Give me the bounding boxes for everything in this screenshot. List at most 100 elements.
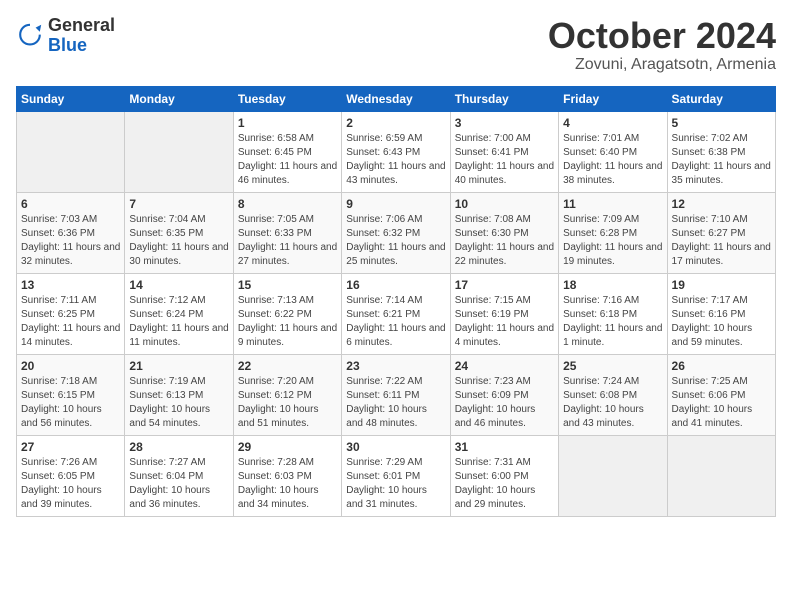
day-content: Sunrise: 7:25 AMSunset: 6:06 PMDaylight:…: [672, 375, 771, 431]
day-number: 22: [238, 359, 337, 373]
calendar-cell: [125, 111, 233, 192]
calendar-cell: 9 Sunrise: 7:06 AMSunset: 6:32 PMDaylight…: [342, 192, 450, 273]
calendar-cell: 1Sunrise: 6:58 AMSunset: 6:45 PMDaylight…: [233, 111, 341, 192]
day-content: Sunrise: 7:09 AMSunset: 6:28 PMDaylight:…: [563, 213, 662, 269]
day-number: 13: [21, 278, 120, 292]
day-content: Sunrise: 7:23 AMSunset: 6:09 PMDaylight:…: [455, 375, 554, 431]
month-title: October 2024: [548, 16, 776, 56]
calendar-cell: 18Sunrise: 7:16 AMSunset: 6:18 PMDayligh…: [559, 273, 667, 354]
calendar-cell: 10 Sunrise: 7:08 AMSunset: 6:30 PMDayligh…: [450, 192, 558, 273]
day-number: 27: [21, 440, 120, 454]
calendar-cell: 12Sunrise: 7:10 AMSunset: 6:27 PMDayligh…: [667, 192, 775, 273]
calendar-cell: 3Sunrise: 7:00 AMSunset: 6:41 PMDaylight…: [450, 111, 558, 192]
calendar-cell: 20 Sunrise: 7:18 AMSunset: 6:15 PMDayligh…: [17, 354, 125, 435]
day-number: 9: [346, 197, 445, 211]
day-number: 1: [238, 116, 337, 130]
day-number: 2: [346, 116, 445, 130]
day-content: Sunrise: 7:14 AMSunset: 6:21 PMDaylight:…: [346, 294, 445, 350]
calendar-cell: 29 Sunrise: 7:28 AMSunset: 6:03 PMDayligh…: [233, 435, 341, 516]
day-content: Sunrise: 6:59 AMSunset: 6:43 PMDaylight:…: [346, 132, 445, 188]
day-number: 14: [129, 278, 228, 292]
day-number: 20: [21, 359, 120, 373]
day-content: Sunrise: 7:15 AMSunset: 6:19 PMDaylight:…: [455, 294, 554, 350]
day-number: 16: [346, 278, 445, 292]
day-content: Sunrise: 7:02 AMSunset: 6:38 PMDaylight:…: [672, 132, 771, 188]
calendar-cell: 24 Sunrise: 7:23 AMSunset: 6:09 PMDayligh…: [450, 354, 558, 435]
day-number: 17: [455, 278, 554, 292]
day-number: 11: [563, 197, 662, 211]
day-content: Sunrise: 7:29 AMSunset: 6:01 PMDaylight:…: [346, 456, 445, 512]
calendar-cell: 15 Sunrise: 7:13 AMSunset: 6:22 PMDayligh…: [233, 273, 341, 354]
day-content: Sunrise: 7:04 AMSunset: 6:35 PMDaylight:…: [129, 213, 228, 269]
weekday-header: Monday: [125, 86, 233, 111]
calendar-table: SundayMondayTuesdayWednesdayThursdayFrid…: [16, 86, 776, 517]
day-content: Sunrise: 7:24 AMSunset: 6:08 PMDaylight:…: [563, 375, 662, 431]
day-content: Sunrise: 7:27 AMSunset: 6:04 PMDaylight:…: [129, 456, 228, 512]
day-content: Sunrise: 7:31 AMSunset: 6:00 PMDaylight:…: [455, 456, 554, 512]
day-content: Sunrise: 7:00 AMSunset: 6:41 PMDaylight:…: [455, 132, 554, 188]
day-number: 8: [238, 197, 337, 211]
calendar-cell: 23 Sunrise: 7:22 AMSunset: 6:11 PMDayligh…: [342, 354, 450, 435]
day-content: Sunrise: 7:01 AMSunset: 6:40 PMDaylight:…: [563, 132, 662, 188]
logo: General Blue: [16, 16, 115, 56]
day-number: 23: [346, 359, 445, 373]
day-number: 6: [21, 197, 120, 211]
day-number: 15: [238, 278, 337, 292]
day-content: Sunrise: 7:05 AMSunset: 6:33 PMDaylight:…: [238, 213, 337, 269]
day-number: 21: [129, 359, 228, 373]
day-content: Sunrise: 7:10 AMSunset: 6:27 PMDaylight:…: [672, 213, 771, 269]
calendar-cell: 7 Sunrise: 7:04 AMSunset: 6:35 PMDaylight…: [125, 192, 233, 273]
calendar-cell: 27 Sunrise: 7:26 AMSunset: 6:05 PMDayligh…: [17, 435, 125, 516]
day-content: Sunrise: 7:06 AMSunset: 6:32 PMDaylight:…: [346, 213, 445, 269]
calendar-cell: 28 Sunrise: 7:27 AMSunset: 6:04 PMDayligh…: [125, 435, 233, 516]
day-number: 24: [455, 359, 554, 373]
day-content: Sunrise: 7:08 AMSunset: 6:30 PMDaylight:…: [455, 213, 554, 269]
page-header: General Blue October 2024 Zovuni, Aragat…: [16, 16, 776, 74]
calendar-cell: 21 Sunrise: 7:19 AMSunset: 6:13 PMDayligh…: [125, 354, 233, 435]
calendar-cell: 26 Sunrise: 7:25 AMSunset: 6:06 PMDayligh…: [667, 354, 775, 435]
calendar-cell: 11 Sunrise: 7:09 AMSunset: 6:28 PMDayligh…: [559, 192, 667, 273]
calendar-cell: 6 Sunrise: 7:03 AMSunset: 6:36 PMDaylight…: [17, 192, 125, 273]
weekday-header: Friday: [559, 86, 667, 111]
day-content: Sunrise: 7:26 AMSunset: 6:05 PMDaylight:…: [21, 456, 120, 512]
calendar-cell: 5 Sunrise: 7:02 AMSunset: 6:38 PMDaylight…: [667, 111, 775, 192]
day-number: 30: [346, 440, 445, 454]
calendar-cell: 17 Sunrise: 7:15 AMSunset: 6:19 PMDayligh…: [450, 273, 558, 354]
day-number: 4: [563, 116, 662, 130]
calendar-cell: [667, 435, 775, 516]
calendar-cell: 8 Sunrise: 7:05 AMSunset: 6:33 PMDaylight…: [233, 192, 341, 273]
weekday-header: Wednesday: [342, 86, 450, 111]
location-title: Zovuni, Aragatsotn, Armenia: [548, 56, 776, 74]
calendar-cell: 31 Sunrise: 7:31 AMSunset: 6:00 PMDayligh…: [450, 435, 558, 516]
day-content: Sunrise: 7:03 AMSunset: 6:36 PMDaylight:…: [21, 213, 120, 269]
day-number: 28: [129, 440, 228, 454]
day-content: Sunrise: 7:28 AMSunset: 6:03 PMDaylight:…: [238, 456, 337, 512]
day-content: Sunrise: 7:16 AMSunset: 6:18 PMDaylight:…: [563, 294, 662, 350]
day-number: 10: [455, 197, 554, 211]
day-number: 26: [672, 359, 771, 373]
logo-icon: [16, 22, 44, 50]
day-number: 5: [672, 116, 771, 130]
day-content: Sunrise: 7:12 AMSunset: 6:24 PMDaylight:…: [129, 294, 228, 350]
calendar-cell: 22Sunrise: 7:20 AMSunset: 6:12 PMDayligh…: [233, 354, 341, 435]
day-content: Sunrise: 7:17 AMSunset: 6:16 PMDaylight:…: [672, 294, 771, 350]
day-content: Sunrise: 7:13 AMSunset: 6:22 PMDaylight:…: [238, 294, 337, 350]
calendar-cell: 30 Sunrise: 7:29 AMSunset: 6:01 PMDayligh…: [342, 435, 450, 516]
calendar-cell: 25 Sunrise: 7:24 AMSunset: 6:08 PMDayligh…: [559, 354, 667, 435]
day-content: Sunrise: 7:18 AMSunset: 6:15 PMDaylight:…: [21, 375, 120, 431]
day-number: 25: [563, 359, 662, 373]
weekday-header: Thursday: [450, 86, 558, 111]
day-content: Sunrise: 7:11 AMSunset: 6:25 PMDaylight:…: [21, 294, 120, 350]
day-number: 7: [129, 197, 228, 211]
calendar-cell: 2 Sunrise: 6:59 AMSunset: 6:43 PMDaylight…: [342, 111, 450, 192]
title-section: October 2024 Zovuni, Aragatsotn, Armenia: [548, 16, 776, 74]
day-number: 29: [238, 440, 337, 454]
day-number: 31: [455, 440, 554, 454]
day-content: Sunrise: 7:19 AMSunset: 6:13 PMDaylight:…: [129, 375, 228, 431]
calendar-cell: 16 Sunrise: 7:14 AMSunset: 6:21 PMDayligh…: [342, 273, 450, 354]
calendar-cell: [17, 111, 125, 192]
day-content: Sunrise: 7:22 AMSunset: 6:11 PMDaylight:…: [346, 375, 445, 431]
calendar-cell: 14 Sunrise: 7:12 AMSunset: 6:24 PMDayligh…: [125, 273, 233, 354]
day-number: 19: [672, 278, 771, 292]
weekday-header: Saturday: [667, 86, 775, 111]
